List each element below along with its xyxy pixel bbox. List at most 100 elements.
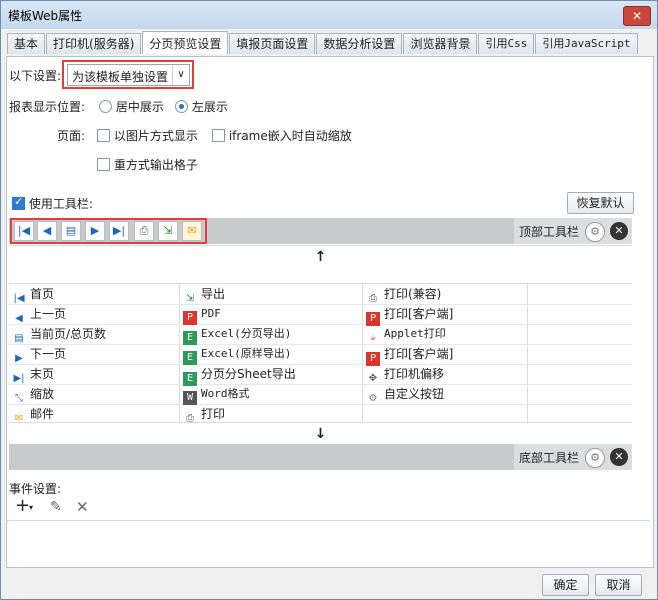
list-item[interactable]: ▤ 当前页/总页数 (12, 325, 107, 344)
add-icon[interactable]: + (15, 497, 30, 515)
list-item[interactable]: E Excel(原样导出) (183, 345, 291, 365)
delete-icon[interactable]: ✕ (76, 498, 89, 516)
gear-icon[interactable]: ⚙ (585, 222, 605, 242)
radio-left[interactable]: 左展示 (175, 98, 228, 115)
list-item[interactable]: ▶| 末页 (12, 365, 54, 384)
ok-button[interactable]: 确定 (542, 574, 589, 596)
close-icon[interactable]: ✕ (610, 222, 628, 240)
first-page-icon: |◀ (13, 293, 25, 304)
close-icon[interactable]: ✕ (610, 448, 628, 466)
list-item[interactable]: P PDF (183, 305, 221, 325)
item-label: 打印机偏移 (384, 367, 445, 381)
move-down-arrow[interactable]: ↓ (9, 422, 632, 445)
pdf-print-icon: P (366, 312, 380, 326)
item-label: 导出 (201, 287, 226, 301)
checkbox-box[interactable] (97, 129, 110, 142)
list-item[interactable]: E Excel(分页导出) (183, 325, 291, 345)
pdf-print-icon: P (366, 352, 380, 366)
window-title: 模板Web属性 (8, 9, 83, 23)
bottom-toolbar-label-area: 底部工具栏 ⚙ ✕ (514, 444, 632, 470)
grid-row-line (9, 404, 632, 405)
list-item[interactable]: ⎙ 打印(兼容) (366, 285, 441, 304)
list-item[interactable]: W Word格式 (183, 385, 250, 405)
grid-row-line (9, 364, 632, 365)
list-item[interactable]: ⇲ 导出 (183, 285, 226, 304)
close-button[interactable]: ✕ (623, 6, 651, 26)
item-label: 缩放 (30, 387, 55, 401)
top-toolbar-label-area: 顶部工具栏 ⚙ ✕ (514, 218, 632, 244)
move-up-arrow[interactable]: ↑ (9, 245, 632, 268)
list-item[interactable]: |◀ 首页 (12, 285, 55, 304)
zoom-icon: ⤡ (15, 393, 23, 404)
toolbar-item-grid: |◀ 首页 ◀ 上一页 ▤ 当前页/总页数 ▶ 下一页 ▶| 末页 ⤡ 缩放 ✉ 邮件 ⇲ 导出… (9, 283, 632, 424)
dialog-window: 模板Web属性 ✕ 基本 打印机(服务器) 分页预览设置 填报页面设置 数据分析… (0, 0, 658, 600)
events-list[interactable] (7, 520, 650, 565)
top-toolbar-band: |◀ ◀ ▤ ▶ ▶| ⎙ ⇲ ✉ 顶部工具栏 ⚙ ✕ (9, 218, 632, 244)
checkbox-box[interactable] (212, 129, 225, 142)
item-label: 邮件 (30, 407, 55, 421)
tab-printer-server[interactable]: 打印机(服务器) (46, 33, 142, 54)
checkbox-image-mode[interactable]: 以图片方式显示 (97, 127, 198, 144)
item-label: 打印 (201, 407, 226, 421)
edit-icon[interactable]: ✎ (50, 499, 62, 515)
chevron-down-icon[interactable]: ▾ (29, 503, 33, 512)
grid-row-line (9, 384, 632, 385)
tab-data-analysis[interactable]: 数据分析设置 (316, 33, 403, 54)
radio-circle[interactable] (99, 100, 112, 113)
radio-circle-selected[interactable] (175, 100, 188, 113)
next-page-icon: ▶ (15, 353, 23, 364)
item-label: PDF (201, 307, 221, 320)
previous-page-icon: ◀ (15, 313, 23, 324)
item-label: 打印[客户端] (384, 347, 454, 361)
tab-page-preview[interactable]: 分页预览设置 (142, 31, 229, 54)
use-toolbar-checkbox[interactable]: 使用工具栏: (12, 195, 93, 212)
list-item[interactable]: P 打印[客户端] (366, 305, 453, 326)
title-bar: 模板Web属性 ✕ (1, 1, 657, 29)
checkbox-iframe-scale-label: iframe嵌入时自动缩放 (228, 129, 352, 143)
excel-sheet-icon: E (183, 372, 197, 386)
list-item[interactable]: ✉ 邮件 (12, 405, 55, 424)
gear-icon[interactable]: ⚙ (585, 448, 605, 468)
list-item[interactable]: P 打印[客户端] (366, 345, 454, 366)
list-item[interactable]: ◀ 上一页 (12, 305, 66, 324)
item-label: 首页 (30, 287, 55, 301)
list-item[interactable]: ⚙ 自定义按钮 (366, 385, 445, 404)
tab-basic[interactable]: 基本 (7, 33, 46, 54)
list-item[interactable]: ☕ Applet打印 (366, 325, 446, 343)
current-page-icon: ▤ (14, 333, 24, 344)
list-item[interactable]: ⎙ 打印 (183, 405, 226, 424)
item-label: 分页分Sheet导出 (201, 367, 296, 381)
excel-icon: E (183, 331, 197, 345)
list-item[interactable]: ▶ 下一页 (12, 345, 67, 364)
tab-browser-background[interactable]: 浏览器背景 (403, 33, 478, 54)
radio-center-label: 居中展示 (115, 100, 164, 114)
grid-row-line (9, 304, 632, 305)
item-label: 下一页 (30, 347, 67, 361)
checkbox-box[interactable] (97, 158, 110, 171)
list-item[interactable]: E 分页分Sheet导出 (183, 365, 296, 386)
highlight-box (10, 218, 207, 244)
item-label: 自定义按钮 (384, 387, 445, 401)
export-icon: ⇲ (185, 293, 195, 304)
bottom-toolbar-band: 底部工具栏 ⚙ ✕ (9, 444, 632, 470)
radio-center[interactable]: 居中展示 (99, 98, 164, 115)
move-icon: ✥ (368, 373, 378, 384)
excel-icon: E (183, 351, 197, 365)
print-icon: ⎙ (369, 293, 377, 304)
checkbox-iframe-scale[interactable]: iframe嵌入时自动缩放 (212, 127, 352, 144)
tab-fill-page[interactable]: 填报页面设置 (229, 33, 316, 54)
item-label: Applet打印 (384, 327, 446, 340)
word-icon: W (183, 391, 197, 405)
pdf-icon: P (183, 311, 197, 325)
cancel-button[interactable]: 取消 (595, 574, 642, 596)
reset-default-button[interactable]: 恢复默认 (567, 192, 634, 214)
gear-icon: ⚙ (368, 393, 378, 404)
list-item[interactable]: ✥ 打印机偏移 (366, 365, 445, 384)
top-toolbar-label: 顶部工具栏 (519, 225, 580, 239)
checkbox-output-cells[interactable]: 重方式输出格子 (97, 156, 198, 173)
tab-javascript[interactable]: 引用JavaScript (535, 33, 638, 54)
checkbox-box-checked[interactable] (12, 195, 25, 210)
item-label: 当前页/总页数 (30, 327, 107, 341)
list-item[interactable]: ⤡ 缩放 (12, 385, 55, 404)
tab-css[interactable]: 引用Css (478, 33, 535, 54)
